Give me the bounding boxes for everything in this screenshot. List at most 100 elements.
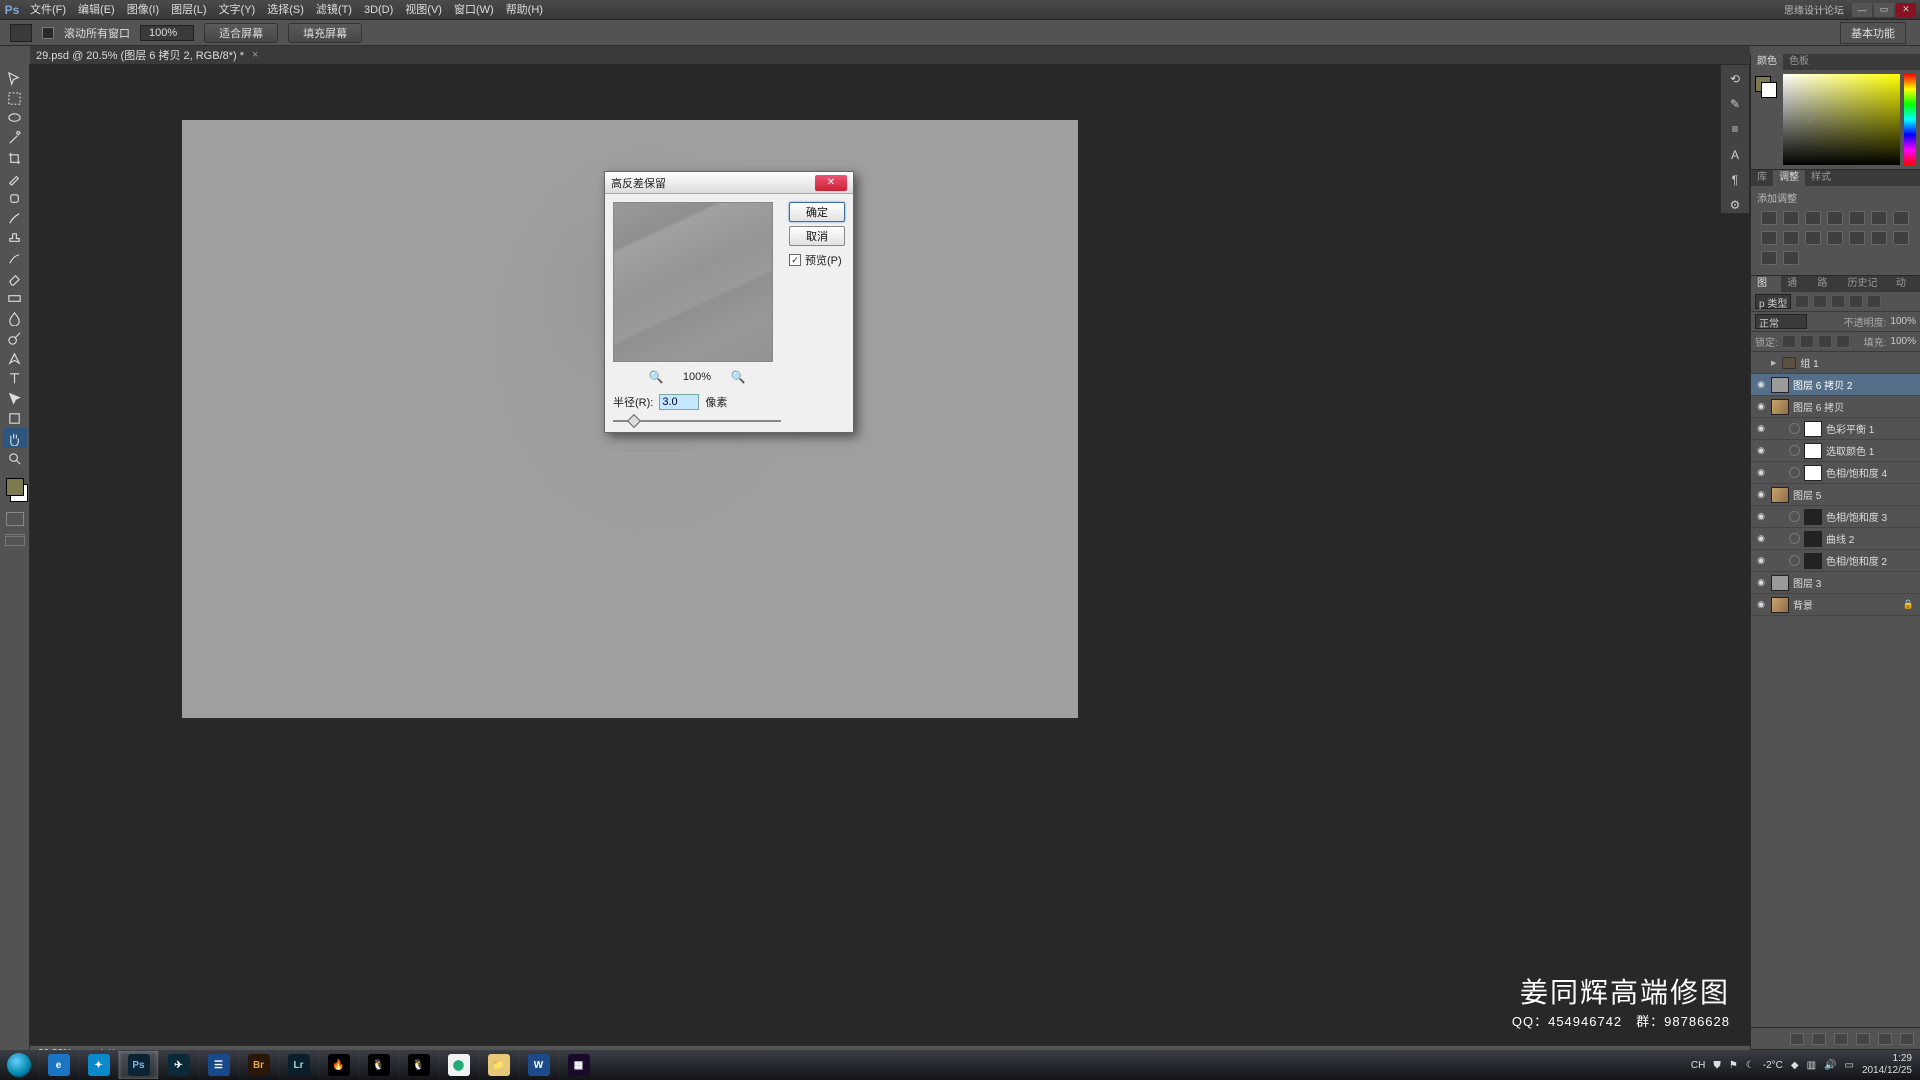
workspace-switcher[interactable]: 基本功能 [1840,22,1906,44]
layer-name[interactable]: 背景 [1793,597,1813,612]
layer-name[interactable]: 色彩平衡 1 [1826,421,1874,436]
adjustment-preset-10[interactable] [1827,231,1843,245]
zoom-in-icon[interactable]: 🔍 [729,368,747,386]
blend-mode-select[interactable]: 正常 [1755,314,1807,329]
taskbar-app-dove[interactable]: ✦ [78,1051,118,1079]
tab-lib[interactable]: 库 [1751,170,1773,186]
eyedropper-tool[interactable] [3,168,27,188]
minimize-button[interactable]: — [1852,3,1872,17]
tray-vol-icon[interactable]: 🔊 [1824,1060,1836,1071]
brush-icon[interactable]: ✎ [1726,96,1744,111]
zoom-preset-select[interactable]: 100% [140,25,194,41]
ime-indicator[interactable]: CH [1691,1060,1705,1071]
weather-temp[interactable]: -2°C [1763,1060,1783,1071]
layer-name[interactable]: 色相/饱和度 2 [1826,553,1887,568]
taskbar-app-ie[interactable]: e [38,1051,78,1079]
layer-thumbnail[interactable] [1771,399,1789,415]
move-tool[interactable] [3,68,27,88]
adjustments-icon[interactable]: ⚙ [1726,198,1744,213]
radius-slider[interactable] [613,418,781,424]
canvas-area[interactable]: 姜同辉高端修图 QQ：454946742 群：98786628 [30,64,1750,1050]
dialog-title-bar[interactable]: 高反差保留 ✕ [605,172,853,194]
filter-adjust-icon[interactable] [1813,295,1827,308]
layer-thumbnail[interactable] [1804,421,1822,437]
layer-row[interactable]: 色相/饱和度 4 [1751,462,1920,484]
layer-thumbnail[interactable] [1804,509,1822,525]
tab-channels[interactable]: 通道 [1781,276,1811,292]
tab-layers[interactable]: 图层 [1751,276,1781,292]
history-brush-tool[interactable] [3,248,27,268]
layer-name[interactable]: 色相/饱和度 3 [1826,509,1887,524]
blur-tool[interactable] [3,308,27,328]
shape-tool[interactable] [3,408,27,428]
layer-row[interactable]: 图层 6 拷贝 [1751,396,1920,418]
marquee-tool[interactable] [3,88,27,108]
menu-7[interactable]: 3D(D) [358,0,399,20]
visibility-toggle-icon[interactable] [1755,599,1767,610]
radius-input[interactable] [659,394,699,410]
crop-tool[interactable] [3,148,27,168]
close-button[interactable]: ✕ [1896,3,1916,17]
menu-1[interactable]: 编辑(E) [72,0,121,20]
layer-thumbnail[interactable] [1771,377,1789,393]
screen-mode-toggle[interactable] [5,534,25,546]
adjustment-preset-1[interactable] [1783,211,1799,225]
tray-battery-icon[interactable]: ▭ [1844,1060,1853,1071]
adjustment-preset-3[interactable] [1827,211,1843,225]
menu-0[interactable]: 文件(F) [24,0,72,20]
layer-name[interactable]: 图层 6 拷贝 [1793,399,1844,414]
tray-shield-icon[interactable]: ⛊ [1713,1060,1721,1071]
new-layer-icon[interactable] [1878,1033,1892,1045]
adjustment-preset-15[interactable] [1783,251,1799,265]
menu-2[interactable]: 图像(I) [121,0,165,20]
layer-thumbnail[interactable] [1771,487,1789,503]
layer-row[interactable]: 选取颜色 1 [1751,440,1920,462]
eraser-tool[interactable] [3,268,27,288]
adjustment-preset-5[interactable] [1871,211,1887,225]
zoom-tool[interactable] [3,448,27,468]
quick-mask-toggle[interactable] [6,512,24,526]
link-layers-icon[interactable] [1790,1033,1804,1045]
options-icon[interactable]: ≡ [1726,122,1744,137]
adjustment-preset-0[interactable] [1761,211,1777,225]
tray-flag-icon[interactable]: ⚑ [1729,1060,1738,1071]
visibility-toggle-icon[interactable] [1755,577,1767,588]
gradient-tool[interactable] [3,288,27,308]
path-select-tool[interactable] [3,388,27,408]
dialog-close-button[interactable]: ✕ [815,175,847,191]
layer-filter-kind[interactable]: p 类型 [1755,294,1791,309]
scroll-all-checkbox[interactable] [42,27,54,39]
adjustment-preset-7[interactable] [1761,231,1777,245]
menu-8[interactable]: 视图(V) [399,0,448,20]
visibility-toggle-icon[interactable] [1755,489,1767,500]
taskbar-app-wps[interactable]: W [518,1051,558,1079]
layer-row[interactable]: 组 1 [1751,352,1920,374]
tab-history[interactable]: 历史记录 [1842,276,1890,292]
adjustment-preset-2[interactable] [1805,211,1821,225]
taskbar-clock[interactable]: 1:29 2014/12/25 [1862,1053,1912,1077]
adjustment-preset-11[interactable] [1849,231,1865,245]
preview-checkbox[interactable]: ✓ [789,254,801,266]
maximize-button[interactable]: ▭ [1874,3,1894,17]
layer-name[interactable]: 图层 3 [1793,575,1821,590]
layer-thumbnail[interactable] [1804,553,1822,569]
wand-tool[interactable] [3,128,27,148]
color-field[interactable] [1783,74,1900,165]
type-icon[interactable]: A [1726,147,1744,162]
adjustment-preset-12[interactable] [1871,231,1887,245]
menu-3[interactable]: 图层(L) [165,0,212,20]
menu-6[interactable]: 滤镜(T) [310,0,358,20]
type-tool[interactable] [3,368,27,388]
zoom-out-icon[interactable]: 🔍 [647,368,665,386]
bg-swatch-icon[interactable] [1761,82,1777,98]
layer-thumbnail[interactable] [1771,575,1789,591]
layer-name[interactable]: 选取颜色 1 [1826,443,1874,458]
menu-5[interactable]: 选择(S) [261,0,310,20]
tab-adjust[interactable]: 调整 [1773,170,1805,186]
layer-thumbnail[interactable] [1804,531,1822,547]
filter-shape-icon[interactable] [1849,295,1863,308]
layer-thumbnail[interactable] [1771,597,1789,613]
pen-tool[interactable] [3,348,27,368]
cancel-button[interactable]: 取消 [789,226,845,246]
fit-screen-button[interactable]: 适合屏幕 [204,23,278,43]
